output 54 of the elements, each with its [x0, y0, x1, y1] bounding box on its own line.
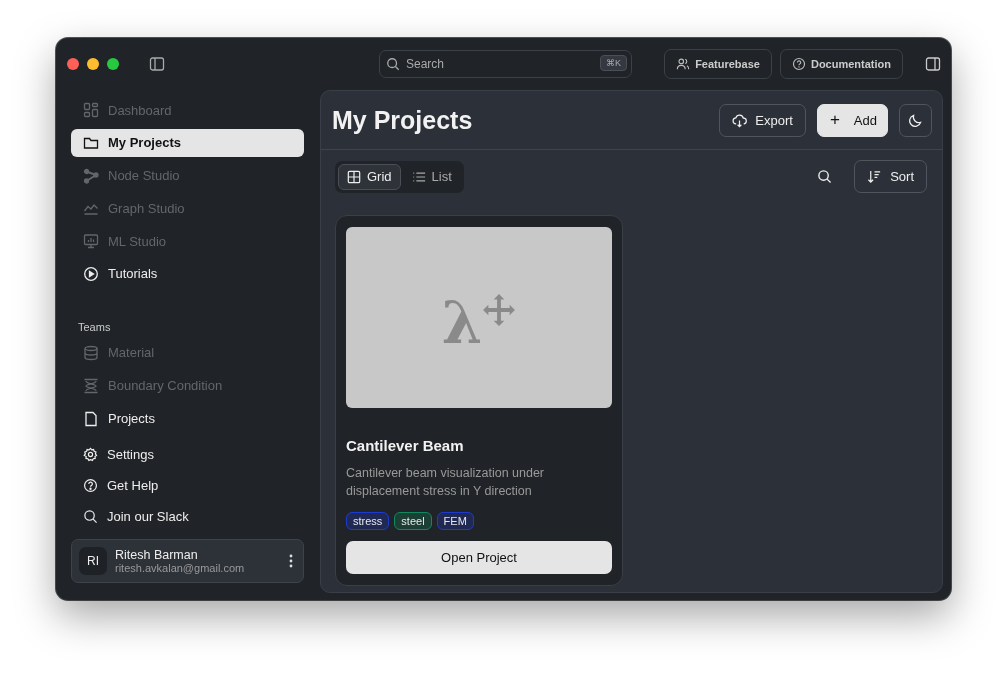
user-email: ritesh.avkalan@gmail.com [115, 562, 246, 574]
dashboard-icon [83, 102, 99, 118]
sort-icon [867, 169, 883, 184]
more-icon[interactable] [289, 554, 293, 568]
people-icon [676, 57, 691, 71]
section-title: Teams [77, 321, 112, 333]
user-card[interactable]: RI Ritesh Barman ritesh.avkalan@gmail.com [71, 539, 304, 583]
export-button[interactable]: Export [719, 103, 806, 137]
search-icon [83, 508, 98, 524]
sidebar-item[interactable]: Tutorials [71, 260, 304, 288]
project-description: Cantilever beam visualization under displacement stress in Y direction [346, 465, 546, 500]
help-icon [83, 477, 98, 493]
view-tab[interactable]: List [402, 163, 461, 190]
sidebar-item[interactable]: Get Help [71, 471, 304, 499]
documentation-button[interactable]: Documentation [779, 49, 903, 79]
search-icon[interactable] [817, 169, 833, 184]
page-title: My Projects [332, 105, 473, 135]
move-icon [482, 292, 517, 327]
panel-toggle-icon[interactable] [925, 56, 941, 72]
project-title: Cantilever Beam [346, 437, 465, 454]
sidebar-item[interactable]: My Projects [71, 128, 304, 157]
lambda-icon: λ [441, 293, 483, 352]
search-icon [386, 57, 400, 71]
file-icon [83, 410, 99, 427]
nodes-icon [83, 167, 99, 184]
sidebar-item[interactable]: Projects [71, 404, 304, 433]
moon-icon [908, 112, 923, 128]
tag: FEM [436, 512, 474, 530]
list-icon [411, 169, 426, 184]
sidebar-item[interactable]: Settings [71, 440, 304, 468]
help-icon [791, 57, 806, 71]
settings-icon [83, 446, 98, 462]
sidebar-item[interactable]: Join our Slack [71, 502, 304, 530]
shortcut-badge: ⌘K [600, 55, 627, 71]
monitor-icon [83, 233, 99, 250]
database-icon [83, 345, 99, 361]
user-name: Ritesh Barman [115, 548, 199, 562]
close-button[interactable] [67, 58, 79, 70]
minimize-button[interactable] [87, 58, 99, 70]
sidebar-toggle-icon[interactable] [149, 56, 165, 72]
open-project-button[interactable]: Open Project [346, 541, 612, 574]
view-tab[interactable]: Grid [338, 163, 401, 190]
maximize-button[interactable] [107, 58, 119, 70]
grid-icon [347, 169, 361, 184]
tag: steel [394, 512, 432, 530]
sort-button[interactable]: Sort [854, 160, 927, 193]
boundary-icon [83, 377, 99, 394]
tag: stress [346, 512, 390, 530]
user-avatar: RI [79, 547, 107, 575]
theme-toggle-button[interactable] [899, 103, 932, 137]
cloud-download-icon [732, 112, 748, 128]
add-button[interactable]: + Add [816, 103, 888, 137]
featurebase-button[interactable]: Featurebase [664, 49, 772, 79]
play-icon [83, 266, 99, 282]
